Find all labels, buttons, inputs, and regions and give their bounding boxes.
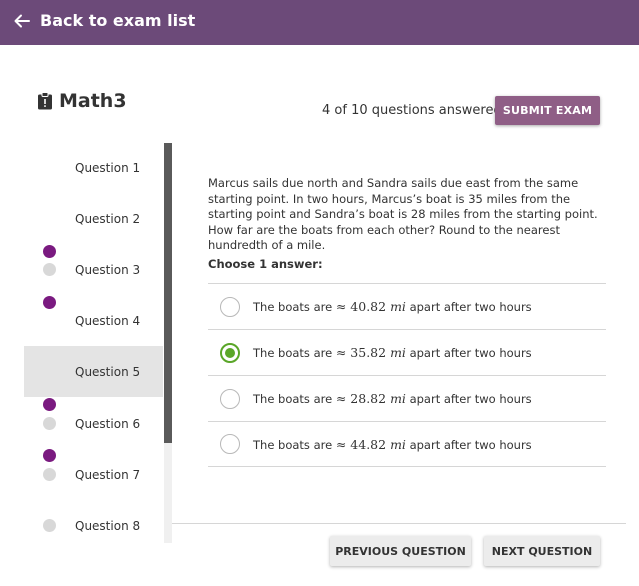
next-question-button[interactable]: NEXT QUESTION — [484, 536, 600, 566]
question-sidebar: Question 1 Question 2 Question 3 Question 4… — [24, 143, 172, 543]
choose-answer-label: Choose 1 answer: — [208, 257, 323, 271]
answer-suffix: apart after two hours — [405, 346, 532, 360]
sidebar-question-label: Question 2 — [75, 211, 141, 226]
answer-choice-text: The boats are ≈ 44.82 mi apart after two… — [253, 437, 532, 452]
answer-choice[interactable]: The boats are ≈ 35.82 mi apart after two… — [208, 329, 606, 375]
previous-question-button[interactable]: PREVIOUS QUESTION — [330, 536, 471, 566]
exam-title: Math3 — [59, 90, 127, 112]
answer-number: ≈ 35.82 — [335, 345, 387, 360]
answer-suffix: apart after two hours — [405, 437, 532, 452]
progress-text: 4 of 10 questions answered — [322, 103, 502, 118]
sidebar-question-item[interactable]: Question 7 — [24, 449, 163, 500]
sidebar-question-item[interactable]: Question 2 — [24, 193, 163, 309]
sidebar-question-item[interactable]: Question 6 — [24, 398, 163, 449]
answer-prefix: The boats are — [253, 392, 336, 406]
answer-suffix: apart after two hours — [405, 392, 532, 406]
answer-choice[interactable]: The boats are ≈ 44.82 mi apart after two… — [208, 421, 606, 467]
sidebar-question-label: Question 5 — [75, 364, 141, 379]
unanswered-status-dot — [43, 468, 56, 481]
sidebar-question-item[interactable]: Question 3 — [24, 244, 163, 295]
back-arrow-icon[interactable] — [13, 12, 31, 30]
answer-choice-text: The boats are ≈ 35.82 mi apart after two… — [253, 345, 532, 360]
answer-choice[interactable]: The boats are ≈ 40.82 mi apart after two… — [208, 283, 606, 329]
sidebar-question-label: Question 8 — [75, 518, 141, 533]
answer-suffix: apart after two hours — [405, 300, 532, 314]
sidebar-question-item[interactable]: Question 1 — [24, 143, 163, 258]
answer-number: ≈ 40.82 — [335, 299, 387, 314]
unanswered-status-dot — [43, 417, 56, 430]
back-to-exam-list-link[interactable]: Back to exam list — [40, 11, 195, 30]
answer-prefix: The boats are — [253, 346, 336, 360]
answer-choice-text: The boats are ≈ 40.82 mi apart after two… — [253, 299, 532, 314]
answer-prefix: The boats are — [253, 437, 336, 452]
answer-unit: mi — [390, 299, 406, 314]
sidebar-question-item[interactable]: Question 8 — [24, 500, 163, 543]
sidebar-question-label: Question 3 — [75, 262, 141, 277]
answer-unit: mi — [390, 345, 406, 360]
radio-unselected-icon[interactable] — [220, 434, 240, 454]
answer-unit: mi — [390, 436, 406, 452]
clipboard-icon — [38, 92, 52, 110]
sidebar-question-label: Question 6 — [75, 416, 141, 431]
footer-divider — [172, 523, 626, 524]
radio-unselected-icon[interactable] — [220, 388, 240, 409]
answer-prefix: The boats are — [253, 300, 336, 314]
answer-number: ≈ 28.82 — [335, 391, 387, 406]
radio-unselected-icon[interactable] — [220, 296, 240, 317]
radio-selected-icon[interactable] — [220, 342, 240, 363]
answer-choice-text: The boats are ≈ 28.82 mi apart after two… — [253, 391, 532, 406]
unanswered-status-dot — [43, 263, 56, 276]
sidebar-scrollbar-thumb[interactable] — [164, 143, 172, 443]
question-text: Marcus sails due north and Sandra sails … — [208, 176, 598, 252]
submit-exam-button[interactable]: SUBMIT EXAM — [495, 96, 600, 125]
exam-title-area: Math3 — [37, 90, 127, 112]
answer-value: ≈ 35.82 mi — [336, 345, 406, 360]
sidebar-question-item[interactable]: Question 5 — [24, 346, 163, 462]
unanswered-status-dot — [43, 519, 56, 532]
answer-unit: mi — [390, 391, 406, 406]
sidebar-question-label: Question 7 — [75, 467, 141, 482]
sidebar-question-label: Question 4 — [75, 313, 141, 328]
answer-value: ≈ 44.82 mi — [336, 437, 406, 452]
answer-number: ≈ 44.82 — [335, 436, 387, 452]
sidebar-question-item[interactable]: Question 4 — [24, 295, 163, 411]
answer-value: ≈ 28.82 mi — [336, 391, 406, 406]
answer-choice[interactable]: The boats are ≈ 28.82 mi apart after two… — [208, 375, 606, 421]
sidebar-question-label: Question 1 — [75, 160, 141, 175]
answer-value: ≈ 40.82 mi — [336, 299, 406, 314]
top-bar: Back to exam list — [0, 0, 639, 45]
